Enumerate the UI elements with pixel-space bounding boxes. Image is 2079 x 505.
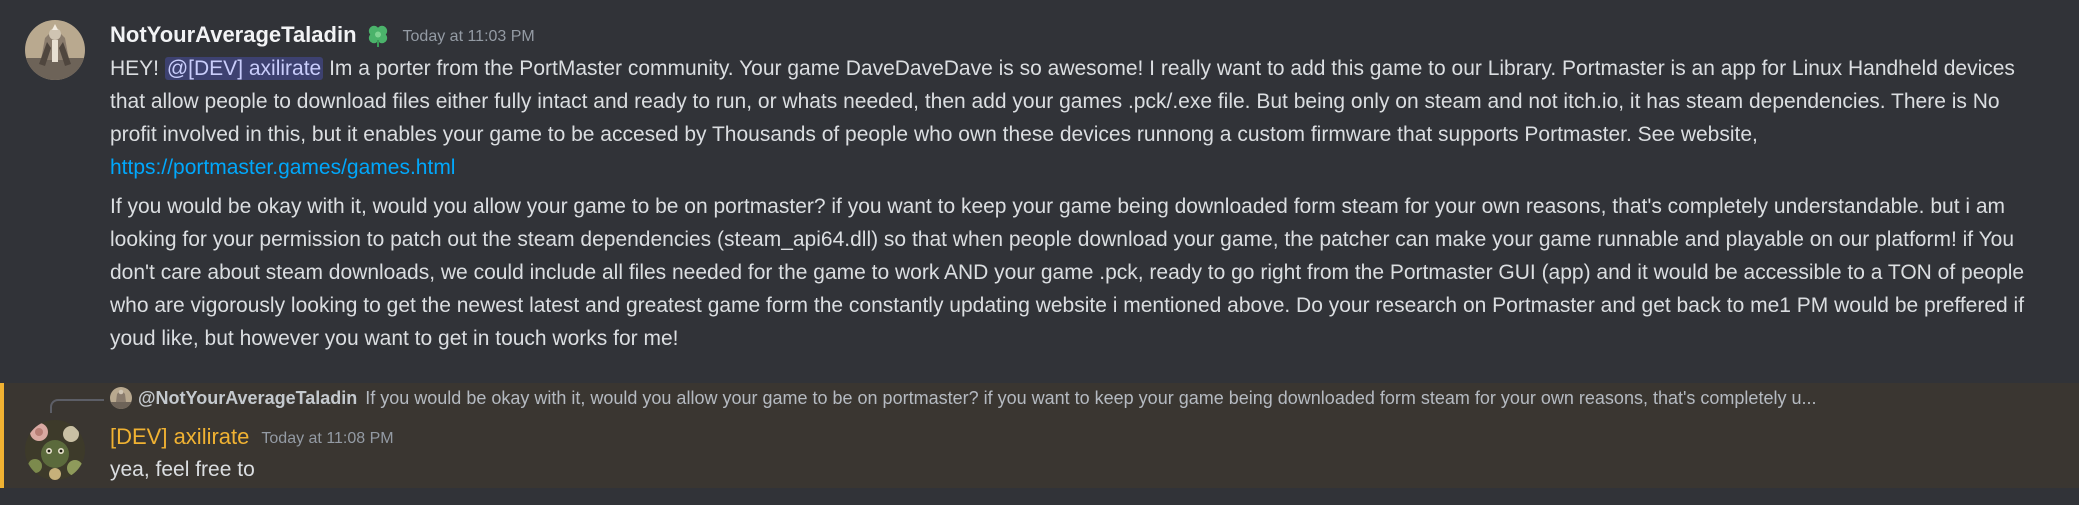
mention-highlight-bar xyxy=(0,383,4,488)
clover-icon[interactable] xyxy=(365,22,391,48)
avatar[interactable] xyxy=(25,420,85,480)
reply-preview[interactable]: @NotYourAverageTaladin If you would be o… xyxy=(110,387,2060,409)
message-paragraph-2: If you would be okay with it, would you … xyxy=(110,190,2040,355)
greeting-text: HEY! xyxy=(110,57,160,80)
author-name[interactable]: [DEV] axilirate xyxy=(110,424,249,450)
message-group-1: NotYourAverageTaladin Today at 11:03 PM … xyxy=(0,0,2079,370)
message-header: [DEV] axilirate Today at 11:08 PM xyxy=(110,424,394,450)
message-group-2: @NotYourAverageTaladin If you would be o… xyxy=(0,383,2079,488)
message-paragraph-1: HEY! @[DEV] axilirate Im a porter from t… xyxy=(110,52,2040,184)
paragraph-text: Im a porter from the PortMaster communit… xyxy=(110,57,2015,146)
user-mention[interactable]: @[DEV] axilirate xyxy=(164,57,324,80)
website-link[interactable]: https://portmaster.games/games.html xyxy=(110,156,455,179)
message-timestamp[interactable]: Today at 11:03 PM xyxy=(403,28,535,46)
dev-avatar-image xyxy=(25,420,85,480)
reply-connector xyxy=(50,399,104,413)
message-text: yea, feel free to xyxy=(110,458,255,481)
reply-avatar xyxy=(110,387,132,409)
paragraph-text: If you would be okay with it, would you … xyxy=(110,195,2025,350)
reply-author[interactable]: @NotYourAverageTaladin xyxy=(138,388,357,409)
reply-snippet[interactable]: If you would be okay with it, would you … xyxy=(365,388,1816,409)
message-header: NotYourAverageTaladin Today at 11:03 PM xyxy=(110,22,535,48)
author-name[interactable]: NotYourAverageTaladin xyxy=(110,22,357,48)
message-timestamp[interactable]: Today at 11:08 PM xyxy=(261,430,393,448)
paladin-avatar-image xyxy=(25,20,85,80)
avatar[interactable] xyxy=(25,20,85,80)
